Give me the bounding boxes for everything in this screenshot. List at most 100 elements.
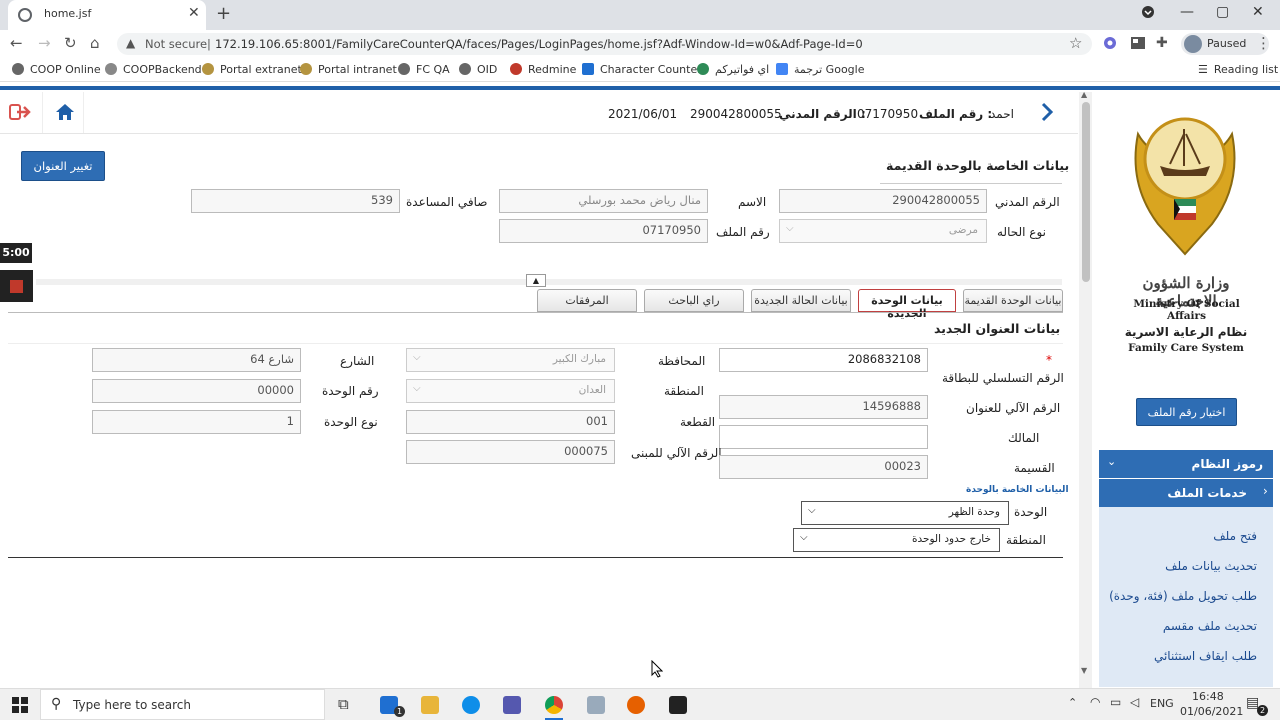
collapse-arrow-icon[interactable]: ▲ bbox=[526, 274, 546, 287]
app-icon[interactable] bbox=[587, 696, 605, 714]
bookmark-star-icon[interactable]: ☆ bbox=[1069, 34, 1082, 52]
home-icon bbox=[56, 104, 74, 120]
qaseema-field[interactable]: 00023 bbox=[719, 455, 928, 479]
choose-file-button[interactable]: اختيار رقم الملف bbox=[1136, 398, 1237, 426]
bookmark-ifawaterkum[interactable]: اي فواتيركم bbox=[697, 63, 769, 76]
home-icon[interactable]: ⌂ bbox=[90, 34, 100, 52]
teamviewer-icon[interactable] bbox=[462, 696, 480, 714]
change-address-button[interactable]: تغيير العنوان bbox=[21, 151, 105, 181]
meeting-icon[interactable]: ▭ bbox=[1110, 695, 1121, 709]
bookmark-favicon-icon bbox=[776, 63, 788, 75]
scrollbar-thumb[interactable] bbox=[1082, 102, 1090, 282]
tab-new-unit[interactable]: بيانات الوحدة الجديدة bbox=[858, 289, 956, 320]
bookmark-oid[interactable]: OID bbox=[459, 63, 497, 76]
menu-update-file-data[interactable]: تحديث بيانات ملف bbox=[1165, 559, 1257, 573]
bookmark-redmine[interactable]: Redmine bbox=[510, 63, 576, 76]
file-number-field[interactable]: 07170950 bbox=[499, 219, 708, 243]
card-serial-field[interactable]: 2086832108 bbox=[719, 348, 928, 372]
tab-new-case[interactable]: بيانات الحالة الجديدة bbox=[751, 289, 851, 312]
extensions-puzzle-icon[interactable]: ✚ bbox=[1156, 35, 1172, 51]
menu-update-split-file[interactable]: تحديث ملف مقسم bbox=[1163, 619, 1257, 633]
governorate-label: المحافظة bbox=[658, 354, 706, 368]
bookmark-character-counter[interactable]: Character Counter bbox=[582, 63, 702, 76]
clock-date[interactable]: 01/06/2021 bbox=[1180, 705, 1243, 718]
forward-icon[interactable]: → bbox=[38, 34, 51, 52]
building-number-field[interactable]: 000075 bbox=[406, 440, 615, 464]
scroll-down-icon[interactable]: ▼ bbox=[1081, 666, 1087, 675]
street-field[interactable]: شارع 64 bbox=[92, 348, 301, 372]
page-scrollbar[interactable]: ▲ ▼ bbox=[1079, 90, 1092, 688]
volume-icon[interactable]: ◁ bbox=[1130, 695, 1139, 709]
area-select[interactable]: ⌵ العدان bbox=[406, 379, 615, 403]
case-type-select[interactable]: ⌵ مرضى bbox=[779, 219, 987, 243]
unit-type-field[interactable]: 1 bbox=[92, 410, 301, 434]
reload-icon[interactable]: ↻ bbox=[64, 34, 77, 52]
stop-recording-button[interactable] bbox=[0, 270, 33, 302]
sidebar: وزارة الشؤون الاجتماعية Ministry Of Soci… bbox=[1092, 92, 1280, 687]
logout-icon[interactable] bbox=[8, 102, 32, 122]
civil-number-field[interactable]: 290042800055 bbox=[779, 189, 987, 213]
reading-list-button[interactable]: ☰ Reading list bbox=[1198, 63, 1278, 76]
new-tab-button[interactable]: + bbox=[216, 3, 231, 24]
tab-researcher-opinion[interactable]: راي الباحث bbox=[644, 289, 744, 312]
firefox-icon[interactable] bbox=[627, 696, 645, 714]
menu-exceptional-stop-request[interactable]: طلب ايقاف استثنائي bbox=[1154, 649, 1257, 663]
bookmark-coop-online[interactable]: COOP Online bbox=[12, 63, 101, 76]
teams-icon[interactable] bbox=[503, 696, 521, 714]
block-field[interactable]: 001 bbox=[406, 410, 615, 434]
governorate-select[interactable]: ⌵ مبارك الكبير bbox=[406, 348, 615, 372]
menu-transfer-file-request[interactable]: طلب تحويل ملف (فئة، وحدة) bbox=[1109, 589, 1257, 603]
bookmark-portal-intranet[interactable]: Portal intranet bbox=[300, 63, 397, 76]
unit-select[interactable]: ⌵ وحدة الظهر bbox=[801, 501, 1009, 525]
url-text[interactable]: 172.19.106.65:8001/FamilyCareCounterQA/f… bbox=[215, 37, 863, 51]
chrome-icon[interactable] bbox=[545, 696, 563, 714]
extension-gear-icon[interactable] bbox=[1102, 35, 1118, 51]
menu-open-file[interactable]: فتح ملف bbox=[1213, 529, 1257, 543]
close-tab-icon[interactable]: ✕ bbox=[188, 5, 200, 21]
auto-address-field[interactable]: 14596888 bbox=[719, 395, 928, 419]
bookmark-fc-qa[interactable]: FC QA bbox=[398, 63, 450, 76]
omnibox[interactable]: ▲ Not secure | 172.19.106.65:8001/Family… bbox=[117, 33, 1092, 55]
task-view-icon[interactable]: ⧉ bbox=[338, 695, 349, 713]
bookmark-coopbackend[interactable]: COOPBackend bbox=[105, 63, 202, 76]
system-codes-accordion[interactable]: ⌄ رموز النظام bbox=[1099, 450, 1273, 478]
minimize-button[interactable]: — bbox=[1180, 4, 1194, 20]
civil-number-label: الرقم المدني bbox=[995, 195, 1060, 209]
name-field[interactable]: منال رياض محمد بورسلي bbox=[499, 189, 708, 213]
new-address-title: بيانات العنوان الجديد bbox=[934, 321, 1061, 336]
tab-old-unit[interactable]: بيانات الوحدة القديمة bbox=[963, 289, 1063, 312]
net-aid-field[interactable]: 539 bbox=[191, 189, 400, 213]
bookmark-favicon-icon bbox=[12, 63, 24, 75]
unit-number-field[interactable]: 00000 bbox=[92, 379, 301, 403]
network-icon[interactable]: ◠ bbox=[1090, 695, 1100, 709]
owner-field[interactable] bbox=[719, 425, 928, 449]
language-indicator[interactable]: ENG bbox=[1150, 697, 1174, 710]
show-hidden-icons[interactable]: ⌃ bbox=[1068, 696, 1077, 709]
area-label: المنطقة bbox=[664, 384, 704, 398]
windows-start-icon[interactable] bbox=[12, 697, 28, 713]
sticky-notes-icon[interactable] bbox=[669, 696, 687, 714]
taskbar-search-box[interactable]: ⚲ Type here to search bbox=[40, 689, 325, 720]
extension-news-icon[interactable] bbox=[1130, 35, 1146, 51]
file-services-accordion[interactable]: › خدمات الملف bbox=[1099, 479, 1273, 507]
header-civil-number: 290042800055 bbox=[690, 107, 782, 121]
file-explorer-icon[interactable] bbox=[421, 696, 439, 714]
tab-search-icon[interactable] bbox=[1142, 6, 1154, 22]
close-window-button[interactable]: ✕ bbox=[1252, 4, 1264, 20]
required-mark: * bbox=[1046, 353, 1052, 367]
back-icon[interactable]: ← bbox=[10, 34, 23, 52]
browser-tab[interactable]: home.jsf ✕ bbox=[8, 0, 206, 30]
scroll-up-icon[interactable]: ▲ bbox=[1081, 90, 1087, 99]
tab-attachments[interactable]: المرفقات bbox=[537, 289, 637, 312]
bookmark-portal-extranet[interactable]: Portal extranet bbox=[202, 63, 302, 76]
panel-splitter[interactable] bbox=[36, 279, 1062, 285]
maximize-button[interactable]: ▢ bbox=[1216, 4, 1229, 20]
stop-icon bbox=[10, 280, 23, 293]
chevron-right-icon[interactable] bbox=[1040, 102, 1054, 125]
region-select[interactable]: ⌵ خارج حدود الوحدة bbox=[793, 528, 1000, 552]
bookmark-favicon-icon bbox=[398, 63, 410, 75]
home-button[interactable] bbox=[42, 92, 84, 133]
clock-time[interactable]: 16:48 bbox=[1192, 690, 1224, 703]
menu-kebab-icon[interactable]: ⋮ bbox=[1256, 34, 1271, 52]
bookmark-google-translate[interactable]: ترجمة Google bbox=[776, 63, 864, 76]
